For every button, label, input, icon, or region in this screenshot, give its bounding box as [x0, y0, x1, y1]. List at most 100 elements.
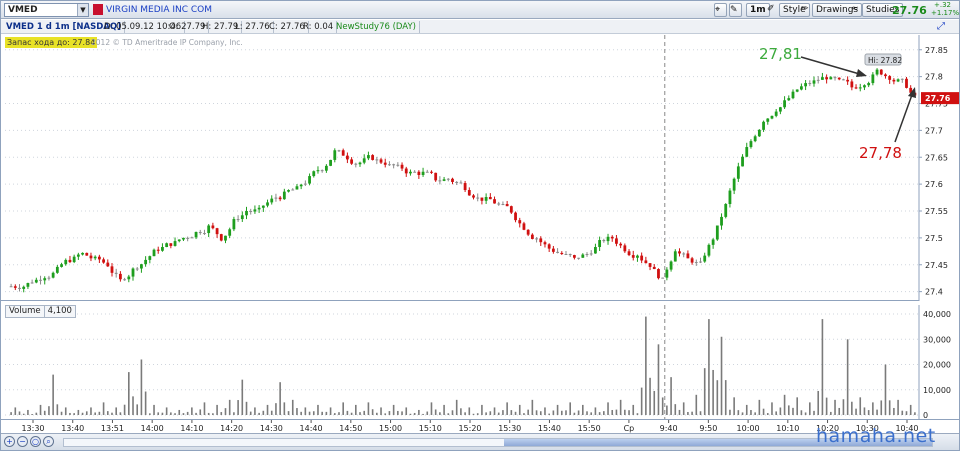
- candle-body: [148, 256, 152, 260]
- company-name[interactable]: VIRGIN MEDIA INC COM: [106, 5, 212, 15]
- volume-bar: [876, 409, 878, 415]
- candle-body: [560, 252, 564, 254]
- volume-bar: [556, 404, 559, 415]
- volume-value: 4,100: [47, 306, 72, 316]
- volume-bar: [363, 410, 366, 415]
- candle-body: [636, 255, 639, 258]
- copyright-text: 2012 © TD Ameritrade IP Company, Inc.: [91, 38, 243, 47]
- drawings-icon[interactable]: ✏: [801, 3, 809, 17]
- volume-bar: [254, 407, 256, 415]
- candle-body: [400, 164, 404, 169]
- volume-pane[interactable]: 40,000 30,000 20,000 10,000 0 Volume 4,100: [1, 305, 959, 420]
- last-price: 27.76: [892, 4, 927, 17]
- volume-bar: [817, 390, 820, 415]
- candle-body: [358, 162, 362, 165]
- volume-bar: [523, 413, 525, 415]
- candle-body: [215, 228, 219, 235]
- volume-bar: [355, 404, 357, 415]
- candle-body: [539, 238, 543, 243]
- volume-bar: [624, 409, 626, 415]
- candle-body: [68, 259, 72, 263]
- candle-body: [728, 190, 732, 205]
- candle-body: [821, 77, 824, 80]
- time-tick-label: 14:40: [300, 424, 323, 433]
- volume-bar: [640, 387, 643, 415]
- volume-bar: [506, 402, 508, 415]
- volume-bar: [855, 408, 857, 415]
- style-icon[interactable]: ✐: [767, 3, 775, 17]
- horizontal-scrollbar[interactable]: [63, 438, 933, 447]
- candle-body: [505, 204, 509, 207]
- candle-body: [417, 171, 421, 175]
- symbol-input[interactable]: VMED ▼: [4, 3, 89, 17]
- candle-body: [455, 181, 459, 183]
- study-label[interactable]: NewStudy76 (DAY): [333, 21, 420, 33]
- volume-bar: [893, 407, 895, 415]
- zoom-out-icon[interactable]: −: [17, 436, 28, 447]
- volume-tick-label: 30,000: [923, 335, 951, 344]
- volume-bar: [577, 410, 580, 415]
- volume-bar: [237, 400, 239, 415]
- volume-bar: [283, 402, 286, 415]
- volume-chart: 40,000 30,000 20,000 10,000 0: [5, 305, 951, 420]
- volume-bar: [724, 380, 727, 415]
- volume-bar: [510, 410, 513, 415]
- candle-body: [106, 262, 110, 267]
- candle-body: [392, 164, 396, 166]
- volume-bar: [834, 399, 836, 415]
- candle-body: [371, 155, 375, 160]
- volume-bar: [489, 411, 492, 415]
- zoom-reset-icon[interactable]: ○: [30, 436, 41, 447]
- candle-body: [169, 243, 173, 246]
- chevron-down-icon[interactable]: ▼: [77, 4, 88, 16]
- volume-bar: [544, 407, 546, 415]
- price-tick-label: 27.65: [925, 153, 948, 162]
- volume-bar: [312, 411, 315, 415]
- volume-bar: [514, 411, 517, 415]
- volume-bar: [262, 410, 265, 415]
- volume-bar: [409, 413, 412, 415]
- candle-body: [514, 212, 517, 221]
- zoom-fit-icon[interactable]: ⌕: [43, 436, 54, 447]
- volume-bar: [203, 402, 206, 415]
- candle-body: [261, 205, 265, 208]
- candle-body: [787, 98, 791, 101]
- pencil-tool-icon[interactable]: ✎: [729, 3, 742, 17]
- volume-bar: [333, 413, 336, 415]
- studies-icon[interactable]: ≈: [851, 3, 859, 17]
- volume-bar: [329, 407, 332, 415]
- zoom-in-icon[interactable]: +: [4, 436, 15, 447]
- volume-bar: [573, 412, 576, 415]
- volume-bar: [430, 402, 433, 415]
- volume-title: Volume: [6, 306, 45, 317]
- candle-body: [577, 257, 581, 259]
- volume-bar: [783, 394, 786, 415]
- candle-body: [459, 182, 463, 184]
- volume-bar: [565, 410, 567, 415]
- crosshair-tool-icon[interactable]: ⌖: [714, 3, 727, 17]
- volume-bar: [708, 319, 710, 415]
- candle-body: [421, 171, 425, 175]
- volume-bar: [518, 404, 521, 415]
- volume-bar: [775, 411, 777, 415]
- candle-body: [606, 236, 610, 242]
- price-tick-label: 27.7: [925, 126, 943, 135]
- candle-body: [76, 254, 80, 257]
- volume-bar: [216, 404, 218, 415]
- candle-body: [467, 190, 471, 196]
- volume-bar: [73, 413, 75, 415]
- candle-body: [871, 74, 875, 84]
- volume-bar: [392, 404, 395, 415]
- volume-bar: [766, 413, 769, 415]
- candle-body: [854, 87, 858, 89]
- candle-body: [615, 238, 618, 244]
- volume-bar: [497, 412, 500, 415]
- price-pane[interactable]: Запас хода до: 27.84 2012 © TD Ameritrad…: [1, 35, 959, 301]
- volume-bar: [859, 397, 862, 415]
- volume-bar: [228, 399, 231, 415]
- time-tick-label: 13:40: [61, 424, 84, 433]
- expand-icon[interactable]: ⤢: [937, 21, 945, 32]
- volume-bar: [691, 411, 693, 415]
- volume-bar: [170, 412, 172, 415]
- volume-bar: [754, 412, 756, 415]
